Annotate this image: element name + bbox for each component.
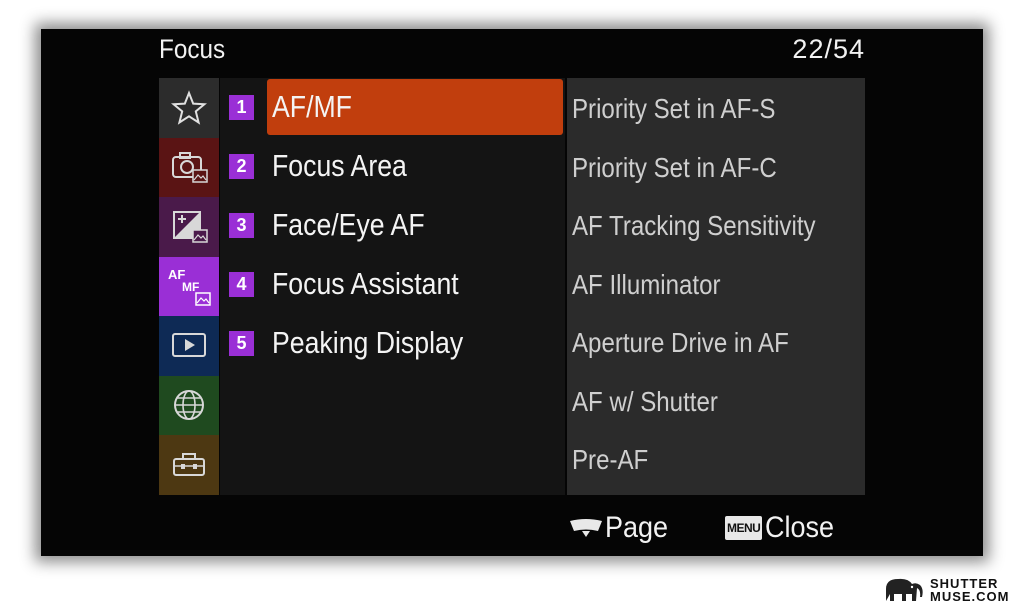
elephant-logo-icon (886, 578, 923, 601)
page-counter: 22/54 (792, 34, 865, 64)
menu-item-label: Face/Eye AF (272, 207, 425, 242)
menu-item-number: 2 (229, 153, 254, 179)
close-button[interactable]: MENU Close (725, 506, 842, 550)
menu-item-label-box: Peaking Display (267, 315, 563, 371)
exposure-icon (173, 210, 208, 243)
tab-setup[interactable] (159, 435, 219, 495)
submenu-preview: Priority Set in AF-S Priority Set in AF-… (567, 78, 865, 495)
menu-item-af-mf[interactable]: 1 AF/MF (220, 79, 565, 135)
menu-list: 1 AF/MF 2 Focus Area 3 Face/Eye AF 4 Foc… (220, 78, 565, 495)
menu-item-label-box: Focus Area (267, 138, 563, 194)
tab-shooting[interactable] (159, 137, 219, 197)
tab-favorites[interactable] (159, 78, 219, 138)
selected-highlight: AF/MF (267, 79, 563, 135)
menu-button-icon: MENU (725, 516, 763, 540)
menu-item-label-box: Face/Eye AF (267, 197, 563, 253)
menu-item-label: Focus Area (272, 148, 407, 183)
page-title: Focus (159, 34, 226, 64)
category-tabs: AF MF (159, 78, 219, 495)
submenu-item[interactable]: Aperture Drive in AF (572, 314, 789, 372)
menu-item-focus-assistant[interactable]: 4 Focus Assistant (220, 256, 565, 312)
tab-focus[interactable]: AF MF (159, 256, 219, 316)
submenu-item[interactable]: Priority Set in AF-C (572, 139, 777, 197)
close-label: Close (765, 511, 835, 544)
menu-item-label: AF/MF (272, 89, 352, 124)
menu-item-label: Focus Assistant (272, 266, 459, 301)
shuttermuse-watermark: SHUTTER MUSE.COM (882, 574, 1010, 606)
menu-item-focus-area[interactable]: 2 Focus Area (220, 138, 565, 194)
menu-item-label: Peaking Display (272, 325, 464, 360)
control-wheel-icon (570, 519, 602, 537)
tab-exposure[interactable] (159, 197, 219, 257)
submenu-item[interactable]: Priority Set in AF-S (572, 80, 775, 138)
submenu-item[interactable]: Pre-AF (572, 431, 648, 489)
playback-icon (172, 332, 206, 357)
watermark-line2: MUSE.COM (930, 589, 1010, 604)
watermark-text: SHUTTER MUSE.COM (930, 577, 1010, 603)
menu-item-number: 5 (229, 330, 254, 356)
menu-item-face-eye-af[interactable]: 3 Face/Eye AF (220, 197, 565, 253)
menu-item-number: 1 (229, 94, 254, 120)
page-label: Page (605, 511, 669, 544)
tab-playback[interactable] (159, 316, 219, 376)
submenu-item[interactable]: AF Tracking Sensitivity (572, 197, 816, 255)
camera-icon (172, 152, 208, 183)
af-mf-icon: AF MF (168, 267, 211, 306)
submenu-item[interactable]: AF Illuminator (572, 256, 721, 314)
toolbox-icon (173, 452, 205, 476)
svg-text:MF: MF (182, 280, 199, 294)
menu-item-peaking-display[interactable]: 5 Peaking Display (220, 315, 565, 371)
menu-item-number: 3 (229, 212, 254, 238)
page-button[interactable]: Page (569, 506, 675, 550)
globe-icon (174, 390, 204, 421)
submenu-item[interactable]: AF w/ Shutter (572, 373, 718, 431)
star-icon (171, 90, 207, 125)
menu-item-number: 4 (229, 271, 254, 297)
tab-network[interactable] (159, 375, 219, 435)
menu-item-label-box: Focus Assistant (267, 256, 563, 312)
